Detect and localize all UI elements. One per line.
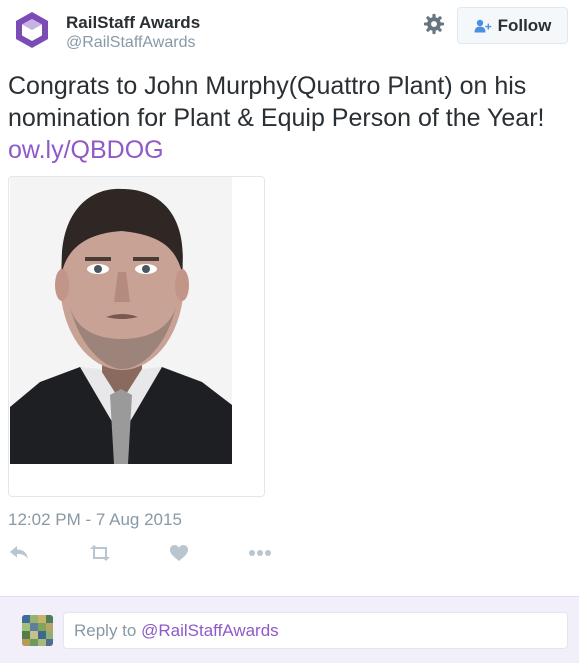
tweet-text: Congrats to John Murphy(Quattro Plant) o… bbox=[8, 72, 545, 132]
more-button[interactable] bbox=[247, 540, 273, 566]
tweet-timestamp[interactable]: 12:02 PM - 7 Aug 2015 bbox=[8, 510, 182, 530]
retweet-button[interactable] bbox=[87, 540, 113, 566]
display-name[interactable]: RailStaff Awards bbox=[66, 13, 200, 33]
reply-button[interactable] bbox=[6, 540, 32, 566]
retweet-icon bbox=[90, 545, 110, 561]
reply-handle: @RailStaffAwards bbox=[141, 621, 279, 640]
follow-button[interactable]: Follow bbox=[457, 7, 568, 44]
media-card[interactable] bbox=[8, 176, 265, 497]
tweet-actions bbox=[0, 540, 579, 566]
reply-prefix: Reply to bbox=[74, 621, 142, 640]
gear-icon[interactable] bbox=[423, 13, 445, 35]
reply-icon bbox=[10, 546, 28, 559]
account-handle[interactable]: @RailStaffAwards bbox=[66, 34, 195, 52]
hexagon-logo-icon[interactable] bbox=[12, 10, 52, 50]
reply-bar: Reply to @RailStaffAwards bbox=[0, 596, 579, 663]
portrait-photo[interactable] bbox=[10, 177, 232, 464]
user-avatar[interactable] bbox=[22, 615, 53, 646]
like-button[interactable] bbox=[166, 540, 192, 566]
tweet-header: RailStaff Awards @RailStaffAwards Follow bbox=[0, 0, 579, 60]
heart-icon bbox=[170, 545, 188, 561]
more-icon bbox=[249, 550, 271, 556]
reply-input[interactable]: Reply to @RailStaffAwards bbox=[63, 612, 568, 649]
follow-label: Follow bbox=[497, 15, 552, 35]
add-user-icon bbox=[474, 19, 491, 32]
tweet-link[interactable]: ow.ly/QBDOG bbox=[8, 134, 164, 166]
